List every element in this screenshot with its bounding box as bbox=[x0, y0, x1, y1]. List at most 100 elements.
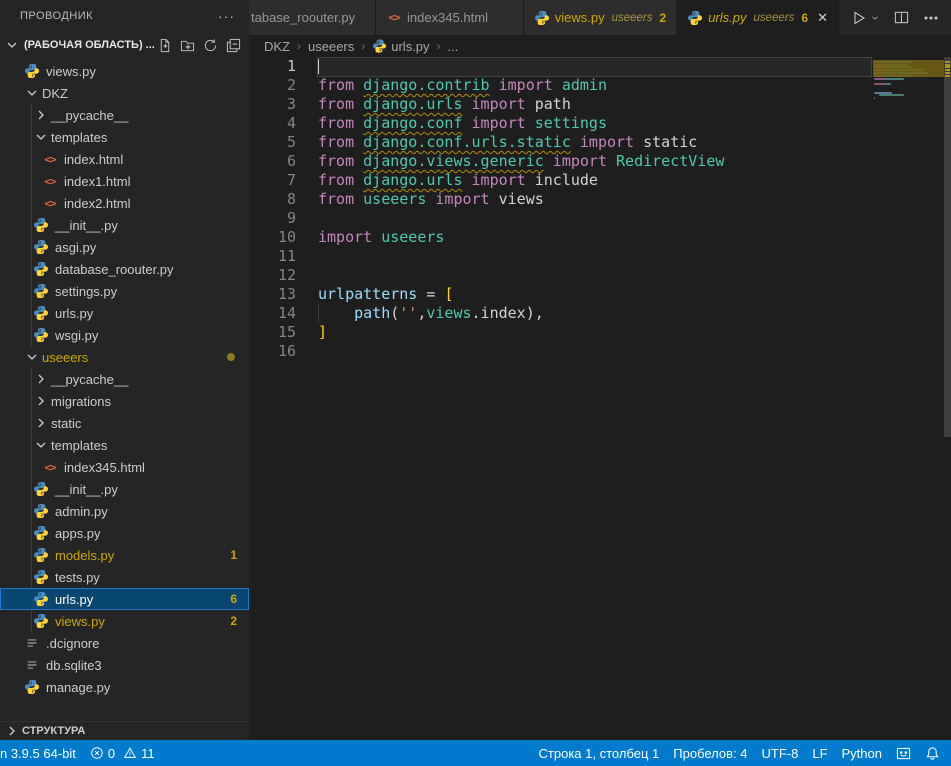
tree-item-index-html[interactable]: <>index.html bbox=[0, 148, 249, 170]
indentation-item[interactable]: Пробелов: 4 bbox=[666, 746, 754, 761]
tree-item-static[interactable]: static bbox=[0, 412, 249, 434]
code-line-5[interactable]: 5from django.conf.urls.static import sta… bbox=[249, 133, 951, 152]
explorer-more-actions-icon[interactable]: ··· bbox=[218, 8, 235, 24]
python-interpreter-item[interactable]: n 3.9.5 64-bit bbox=[0, 746, 83, 761]
scrollbar-slider[interactable] bbox=[944, 57, 951, 437]
eol-item[interactable]: LF bbox=[805, 746, 834, 761]
code-line-15[interactable]: 15] bbox=[249, 323, 951, 342]
code-line-6[interactable]: 6from django.views.generic import Redire… bbox=[249, 152, 951, 171]
line-number[interactable]: 12 bbox=[249, 266, 296, 285]
code-line-11[interactable]: 11 bbox=[249, 247, 951, 266]
minimap-line bbox=[874, 92, 892, 94]
line-number[interactable]: 6 bbox=[249, 152, 296, 171]
new-file-icon[interactable] bbox=[157, 38, 172, 53]
line-number[interactable]: 14 bbox=[249, 304, 296, 323]
line-number[interactable]: 11 bbox=[249, 247, 296, 266]
scrollbar[interactable] bbox=[944, 57, 951, 740]
code-line-3[interactable]: 3from django.urls import path bbox=[249, 95, 951, 114]
tree-item-apps-py[interactable]: apps.py bbox=[0, 522, 249, 544]
minimap[interactable] bbox=[872, 57, 940, 177]
breadcrumb-item-dkz[interactable]: DKZ bbox=[264, 39, 290, 54]
tree-item--pycache-[interactable]: __pycache__ bbox=[0, 368, 249, 390]
tree-item-manage-py[interactable]: manage.py bbox=[0, 676, 249, 698]
code-line-16[interactable]: 16 bbox=[249, 342, 951, 361]
line-number[interactable]: 9 bbox=[249, 209, 296, 228]
line-number[interactable]: 3 bbox=[249, 95, 296, 114]
line-number[interactable]: 4 bbox=[249, 114, 296, 133]
line-number[interactable]: 2 bbox=[249, 76, 296, 95]
html-icon: <> bbox=[42, 173, 58, 189]
code-line-2[interactable]: 2from django.contrib import admin bbox=[249, 76, 951, 95]
code-line-7[interactable]: 7from django.urls import include bbox=[249, 171, 951, 190]
tree-item--pycache-[interactable]: __pycache__ bbox=[0, 104, 249, 126]
tree-item-wsgi-py[interactable]: wsgi.py bbox=[0, 324, 249, 346]
tree-item-tests-py[interactable]: tests.py bbox=[0, 566, 249, 588]
code-line-14[interactable]: 14 path('',views.index), bbox=[249, 304, 951, 323]
breadcrumb-item-symbol[interactable]: ... bbox=[448, 39, 459, 54]
tab-urls[interactable]: urls.py useeers 6 ✕ bbox=[677, 0, 839, 35]
tree-item-dkz[interactable]: DKZ bbox=[0, 82, 249, 104]
tree-item-settings-py[interactable]: settings.py bbox=[0, 280, 249, 302]
line-number[interactable]: 7 bbox=[249, 171, 296, 190]
code-line-1[interactable]: 1 bbox=[249, 57, 951, 76]
tree-item-asgi-py[interactable]: asgi.py bbox=[0, 236, 249, 258]
tree-item--init-py[interactable]: __init__.py bbox=[0, 478, 249, 500]
tree-item--init-py[interactable]: __init__.py bbox=[0, 214, 249, 236]
code-line-13[interactable]: 13urlpatterns = [ bbox=[249, 285, 951, 304]
code-line-10[interactable]: 10import useeers bbox=[249, 228, 951, 247]
breadcrumb-item-file[interactable]: urls.py bbox=[391, 39, 429, 54]
tree-item-useeers[interactable]: useeers bbox=[0, 346, 249, 368]
tree-item-database-roouter-py[interactable]: database_roouter.py bbox=[0, 258, 249, 280]
tree-item--dcignore[interactable]: .dcignore bbox=[0, 632, 249, 654]
breadcrumb-item-useeers[interactable]: useeers bbox=[308, 39, 354, 54]
notifications-bell-icon[interactable] bbox=[918, 746, 947, 761]
more-actions-button[interactable] bbox=[923, 10, 939, 26]
code-editor[interactable]: 12from django.contrib import admin3from … bbox=[249, 57, 951, 740]
tab-database-roouter[interactable]: tabase_roouter.py bbox=[249, 0, 376, 35]
tab-description: useeers bbox=[612, 12, 653, 24]
tree-item-templates[interactable]: templates bbox=[0, 434, 249, 456]
line-number[interactable]: 15 bbox=[249, 323, 296, 342]
tree-item-urls-py[interactable]: urls.py bbox=[0, 302, 249, 324]
refresh-icon[interactable] bbox=[203, 38, 218, 53]
cursor-position-item[interactable]: Строка 1, столбец 1 bbox=[539, 746, 667, 761]
line-number[interactable]: 8 bbox=[249, 190, 296, 209]
run-button[interactable] bbox=[851, 10, 867, 26]
new-folder-icon[interactable] bbox=[180, 38, 195, 53]
tree-item-models-py[interactable]: models.py1 bbox=[0, 544, 249, 566]
tree-item-admin-py[interactable]: admin.py bbox=[0, 500, 249, 522]
run-dropdown-button[interactable] bbox=[870, 13, 880, 23]
tab-views[interactable]: views.py useeers 2 bbox=[524, 0, 677, 35]
python-icon bbox=[687, 10, 703, 26]
code-line-12[interactable]: 12 bbox=[249, 266, 951, 285]
split-editor-button[interactable] bbox=[894, 10, 909, 25]
tree-item-db-sqlite3[interactable]: db.sqlite3 bbox=[0, 654, 249, 676]
line-number[interactable]: 13 bbox=[249, 285, 296, 304]
line-number[interactable]: 1 bbox=[249, 57, 296, 76]
tab-index345[interactable]: <> index345.html bbox=[376, 0, 524, 35]
line-number[interactable]: 16 bbox=[249, 342, 296, 361]
close-icon[interactable]: ✕ bbox=[817, 11, 828, 24]
tree-item-index1-html[interactable]: <>index1.html bbox=[0, 170, 249, 192]
workspace-section-header[interactable]: (РАБОЧАЯ ОБЛАСТЬ) ... bbox=[0, 32, 249, 58]
python-icon bbox=[33, 261, 49, 277]
tree-item-views-py[interactable]: views.py2 bbox=[0, 610, 249, 632]
feedback-icon[interactable] bbox=[889, 746, 918, 761]
tree-item-migrations[interactable]: migrations bbox=[0, 390, 249, 412]
explorer-sidebar: ПРОВОДНИК ··· (РАБОЧАЯ ОБЛАСТЬ) ... view… bbox=[0, 0, 249, 740]
encoding-item[interactable]: UTF-8 bbox=[755, 746, 806, 761]
language-mode-item[interactable]: Python bbox=[835, 746, 889, 761]
tree-item-index345-html[interactable]: <>index345.html bbox=[0, 456, 249, 478]
line-number[interactable]: 5 bbox=[249, 133, 296, 152]
code-line-9[interactable]: 9 bbox=[249, 209, 951, 228]
outline-section-header[interactable]: СТРУКТУРА bbox=[0, 721, 249, 740]
tree-item-index2-html[interactable]: <>index2.html bbox=[0, 192, 249, 214]
code-line-8[interactable]: 8from useeers import views bbox=[249, 190, 951, 209]
tree-item-views-py[interactable]: views.py bbox=[0, 60, 249, 82]
collapse-all-icon[interactable] bbox=[226, 38, 241, 53]
tree-item-templates[interactable]: templates bbox=[0, 126, 249, 148]
code-line-4[interactable]: 4from django.conf import settings bbox=[249, 114, 951, 133]
problems-item[interactable]: 0 11 bbox=[83, 746, 162, 761]
tree-item-urls-py[interactable]: urls.py6 bbox=[0, 588, 249, 610]
line-number[interactable]: 10 bbox=[249, 228, 296, 247]
